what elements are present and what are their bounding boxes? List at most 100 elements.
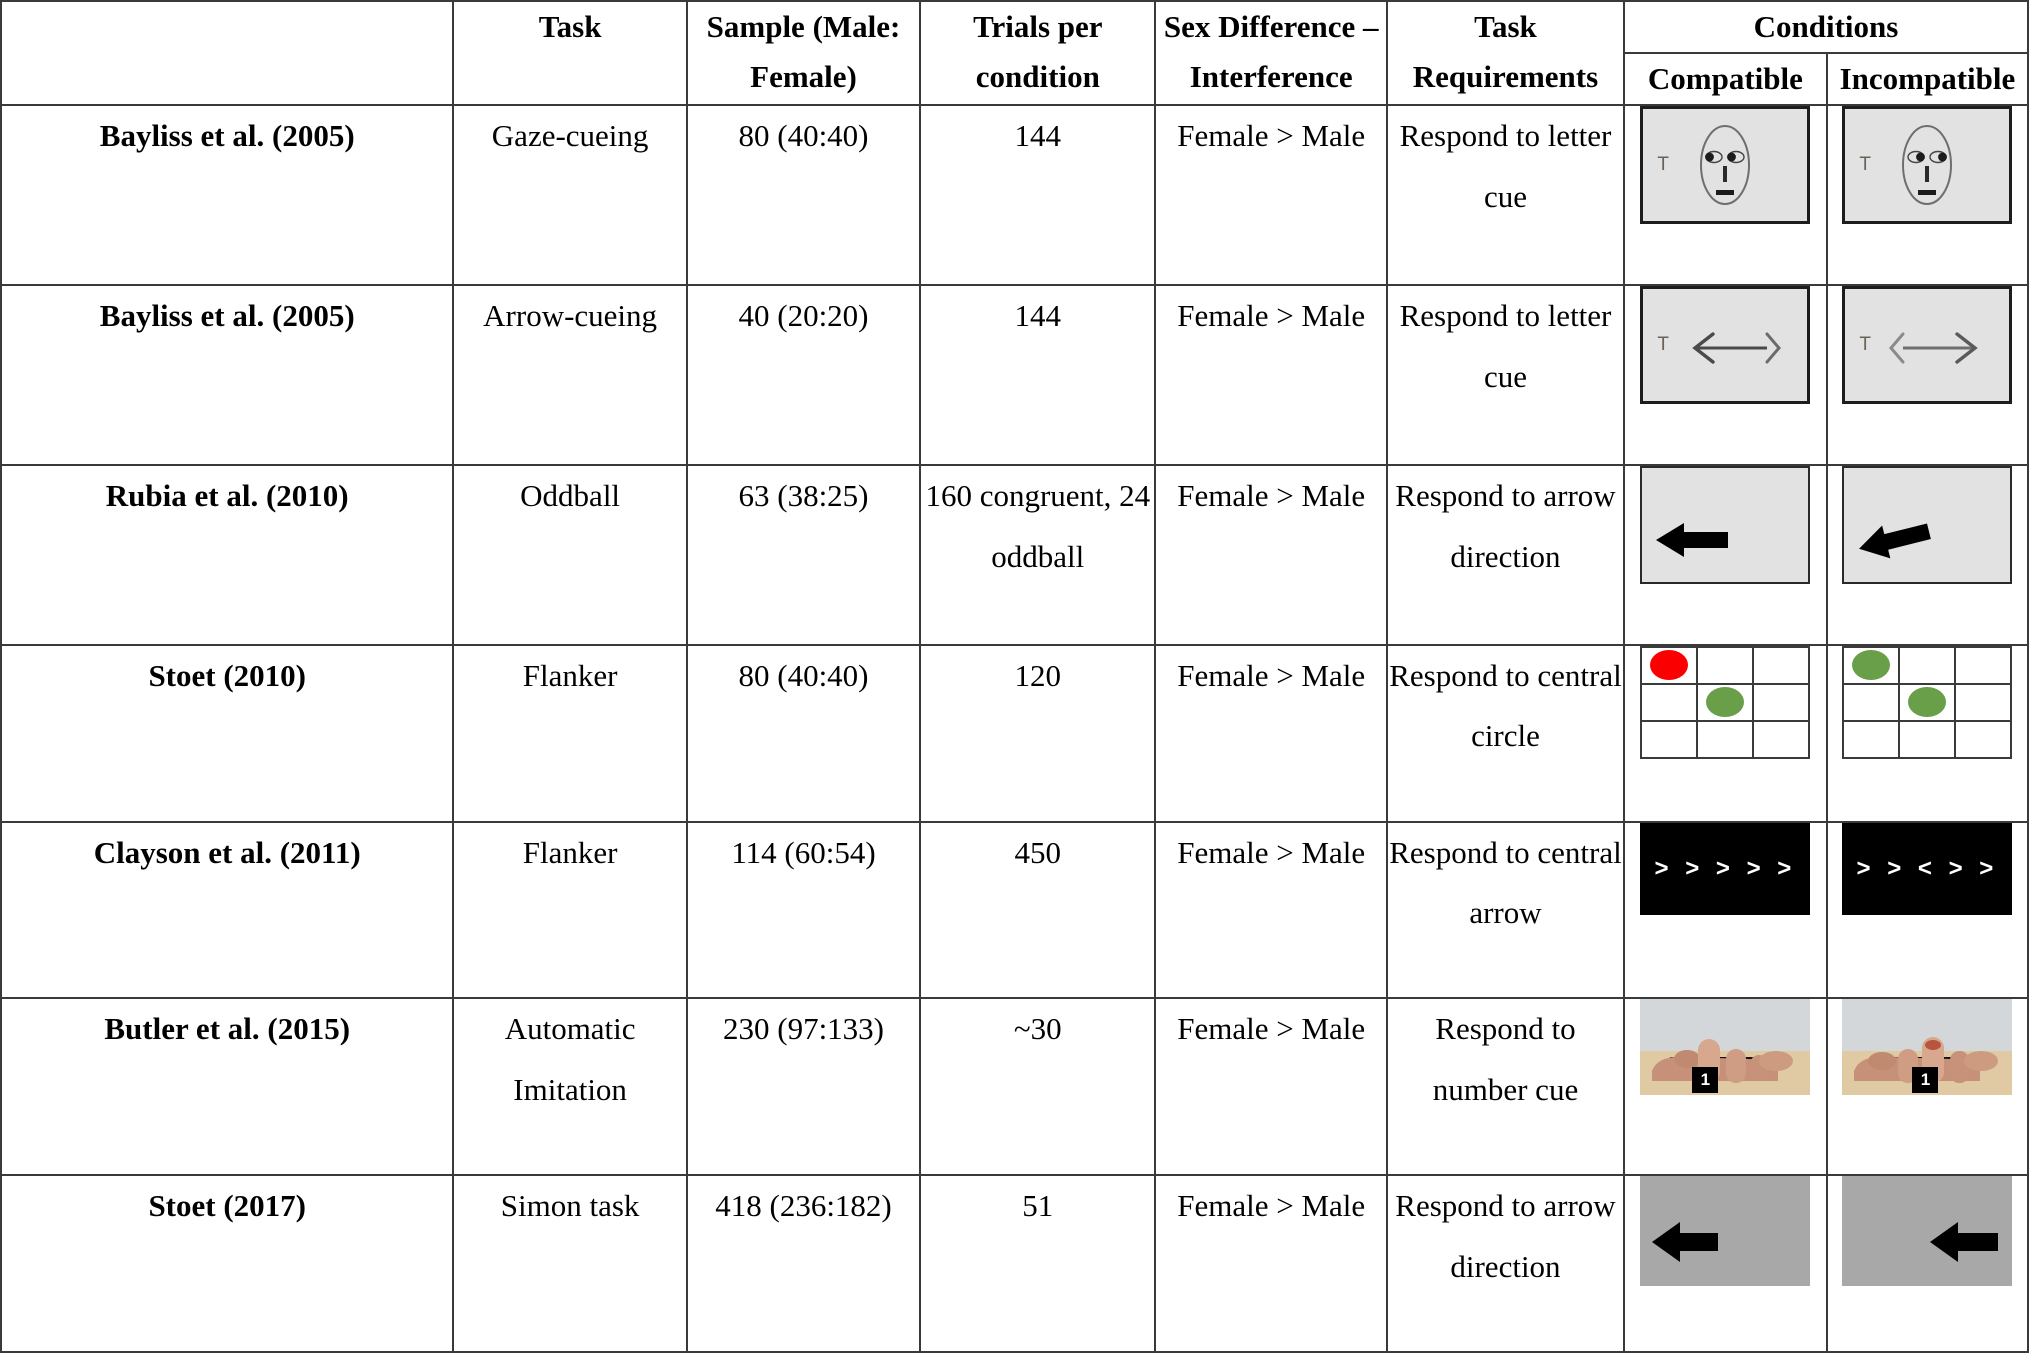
header-incompatible: Incompatible xyxy=(1825,52,2029,107)
grid-cell xyxy=(1954,719,2013,759)
table-row: Stoet (2017) Simon task 418 (236:182) 51… xyxy=(0,1174,2029,1353)
double-arrow-left-icon xyxy=(1692,332,1782,364)
grid-cell xyxy=(1954,645,2013,685)
red-circle-icon xyxy=(1650,650,1689,681)
cell-task: Simon task xyxy=(452,1174,688,1353)
cell-task: Gaze-cueing xyxy=(452,104,688,287)
cell-compatible-stimulus: 1 xyxy=(1622,997,1828,1177)
grid-cell xyxy=(1954,682,2013,722)
cell-study: Butler et al. (2015) xyxy=(0,997,455,1177)
cell-incompatible-stimulus: T xyxy=(1825,284,2029,467)
header-sex-difference: Sex Difference – Interference xyxy=(1154,0,1388,107)
number-cue-badge: 1 xyxy=(1912,1067,1939,1094)
cell-task: Flanker xyxy=(452,643,688,823)
table-row: Butler et al. (2015) Automatic Imitation… xyxy=(0,997,2029,1177)
header-task: Task xyxy=(452,0,688,107)
cell-compatible-stimulus xyxy=(1622,464,1828,646)
letter-cue-icon: T xyxy=(1657,154,1670,176)
cell-task: Flanker xyxy=(452,820,688,1000)
arrow-left-position-left-icon xyxy=(1652,1222,1719,1263)
cell-study: Clayson et al. (2011) xyxy=(0,820,455,1000)
cell-sex-difference: Female > Male xyxy=(1154,997,1388,1177)
arrow-left-position-right-icon xyxy=(1930,1222,1999,1263)
cell-sex-difference: Female > Male xyxy=(1154,104,1388,287)
chevron-flanker-incompatible-image: > > < > > xyxy=(1842,822,2013,915)
cell-sample: 80 (40:40) xyxy=(685,643,922,823)
header-conditions: Conditions xyxy=(1622,0,2029,55)
cell-trials: 160 congruent, 24 oddball xyxy=(919,464,1157,646)
grid-cell xyxy=(1696,719,1755,759)
schematic-face-gaze-right-icon xyxy=(1902,125,1953,206)
cell-compatible-stimulus: > > > > > xyxy=(1622,820,1828,1000)
cell-study: Rubia et al. (2010) xyxy=(0,464,455,646)
cell-compatible-stimulus: T xyxy=(1622,104,1828,287)
table-row: Rubia et al. (2010) Oddball 63 (38:25) 1… xyxy=(0,464,2029,646)
grid-cell xyxy=(1842,719,1901,759)
cell-compatible-stimulus: T xyxy=(1622,284,1828,467)
cell-study: Bayliss et al. (2005) xyxy=(0,104,455,287)
chevron-flanker-compatible-image: > > > > > xyxy=(1640,822,1811,915)
cell-task-requirements: Respond to central arrow xyxy=(1385,820,1625,1000)
simon-incompatible-image xyxy=(1842,1176,2013,1287)
header-row-primary: Task Sample (Male: Female) Trials per co… xyxy=(0,0,2029,107)
cell-sample: 63 (38:25) xyxy=(685,464,922,646)
flanker-grid-incompatible-image xyxy=(1842,645,2013,759)
hand-photo-incompatible-image: 1 xyxy=(1842,999,2013,1096)
hand-index-finger-lift-icon xyxy=(1640,999,1811,1096)
cell-sex-difference: Female > Male xyxy=(1154,284,1388,467)
studies-table: Task Sample (Male: Female) Trials per co… xyxy=(0,0,2029,1353)
cell-task-requirements: Respond to letter cue xyxy=(1385,104,1625,287)
grid-cell xyxy=(1842,682,1901,722)
cell-compatible-stimulus xyxy=(1622,643,1828,823)
grid-cell xyxy=(1752,719,1811,759)
chevron-row-incongruent: > > < > > xyxy=(1856,854,1999,882)
cell-task-requirements: Respond to arrow direction xyxy=(1385,1174,1625,1353)
cell-study: Bayliss et al. (2005) xyxy=(0,284,455,467)
cell-trials: 51 xyxy=(919,1174,1157,1353)
chevron-row-congruent: > > > > > xyxy=(1654,854,1797,882)
number-cue-badge: 1 xyxy=(1692,1067,1719,1094)
cell-study: Stoet (2017) xyxy=(0,1174,455,1353)
cell-sample: 114 (60:54) xyxy=(685,820,922,1000)
grid-cell xyxy=(1752,645,1811,685)
schematic-face-gaze-left-icon xyxy=(1700,125,1751,206)
grid-cell xyxy=(1842,645,1901,685)
arrow-left-horizontal-icon xyxy=(1656,523,1729,558)
double-arrow-right-icon xyxy=(1889,332,1979,364)
cell-study: Stoet (2010) xyxy=(0,643,455,823)
table-body: Bayliss et al. (2005) Gaze-cueing 80 (40… xyxy=(0,104,2029,1353)
cell-task: Automatic Imitation xyxy=(452,997,688,1177)
arrow-cue-compatible-image: T xyxy=(1640,286,1811,405)
cell-task-requirements: Respond to central circle xyxy=(1385,643,1625,823)
arrow-left-tilted-icon xyxy=(1859,523,1932,559)
oddball-compatible-image xyxy=(1640,466,1811,585)
cell-incompatible-stimulus xyxy=(1825,643,2029,823)
arrow-cue-incompatible-image: T xyxy=(1842,286,2013,405)
grid-cell xyxy=(1640,682,1699,722)
cell-incompatible-stimulus: > > < > > xyxy=(1825,820,2029,1000)
cell-task-requirements: Respond to number cue xyxy=(1385,997,1625,1177)
simon-compatible-image xyxy=(1640,1176,1811,1287)
grid-cell xyxy=(1640,719,1699,759)
cell-compatible-stimulus xyxy=(1622,1174,1828,1353)
hand-photo-compatible-image: 1 xyxy=(1640,999,1811,1096)
green-circle-icon xyxy=(1908,687,1947,718)
cell-incompatible-stimulus xyxy=(1825,464,2029,646)
cell-task: Arrow-cueing xyxy=(452,284,688,467)
header-trials-per-condition: Trials per condition xyxy=(919,0,1157,107)
gaze-cue-compatible-image: T xyxy=(1640,106,1811,225)
cell-trials: 144 xyxy=(919,284,1157,467)
cell-incompatible-stimulus: T xyxy=(1825,104,2029,287)
grid-cell xyxy=(1898,682,1957,722)
cell-sample: 80 (40:40) xyxy=(685,104,922,287)
cell-incompatible-stimulus: 1 xyxy=(1825,997,2029,1177)
cell-trials: ~30 xyxy=(919,997,1157,1177)
cell-sample: 40 (20:20) xyxy=(685,284,922,467)
header-task-requirements: Task Requirements xyxy=(1385,0,1625,107)
header-compatible: Compatible xyxy=(1622,52,1828,107)
table-row: Stoet (2010) Flanker 80 (40:40) 120 Fema… xyxy=(0,643,2029,823)
cell-task-requirements: Respond to arrow direction xyxy=(1385,464,1625,646)
green-circle-icon xyxy=(1706,687,1745,718)
cell-sample: 230 (97:133) xyxy=(685,997,922,1177)
oddball-incompatible-image xyxy=(1842,466,2013,585)
